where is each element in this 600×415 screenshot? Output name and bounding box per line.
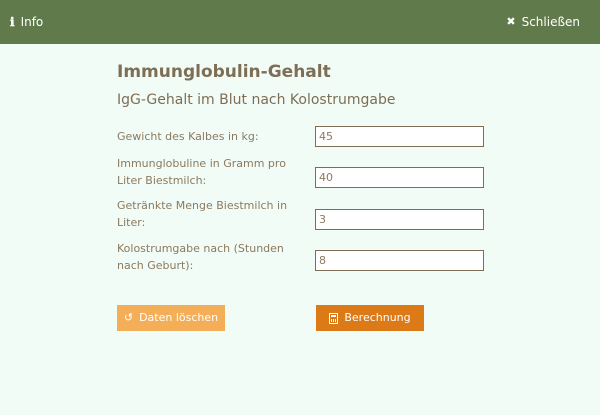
calculate-label: Berechnung — [344, 311, 411, 324]
clear-data-button[interactable]: ↺ Daten löschen — [117, 305, 225, 331]
page-title: Immunglobulin-Gehalt — [117, 62, 331, 82]
close-icon: ✖ — [506, 15, 516, 28]
close-button[interactable]: ✖ Schließen — [506, 0, 580, 44]
immunoglobulin-input[interactable] — [315, 167, 484, 188]
calculate-button[interactable]: Berechnung — [316, 305, 424, 331]
weight-input[interactable] — [315, 126, 484, 147]
calculator-panel: Immunglobulin-Gehalt IgG-Gehalt im Blut … — [117, 60, 497, 272]
info-button[interactable]: ℹ Info — [10, 0, 43, 44]
milk-amount-input[interactable] — [315, 209, 484, 230]
clear-data-label: Daten löschen — [139, 311, 219, 324]
info-icon: ℹ — [10, 15, 15, 29]
field-label-immunoglobulin: Immunglobuline in Gramm pro Liter Biestm… — [117, 157, 286, 187]
colostrum-time-input[interactable] — [315, 250, 484, 271]
reset-icon: ↺ — [123, 311, 134, 324]
close-label: Schließen — [521, 15, 580, 29]
info-label: Info — [20, 15, 44, 29]
top-bar: ℹ Info ✖ Schließen — [0, 0, 600, 44]
field-label-colostrum-time: Kolostrumgabe nach (Stunden nach Geburt)… — [117, 242, 284, 272]
calculator-icon — [329, 312, 339, 324]
field-label-milk-amount: Getränkte Menge Biestmilch in Liter: — [117, 199, 288, 229]
field-label-weight: Gewicht des Kalbes in kg: — [117, 130, 259, 143]
page-subtitle: IgG-Gehalt im Blut nach Kolostrumgabe — [117, 92, 396, 108]
